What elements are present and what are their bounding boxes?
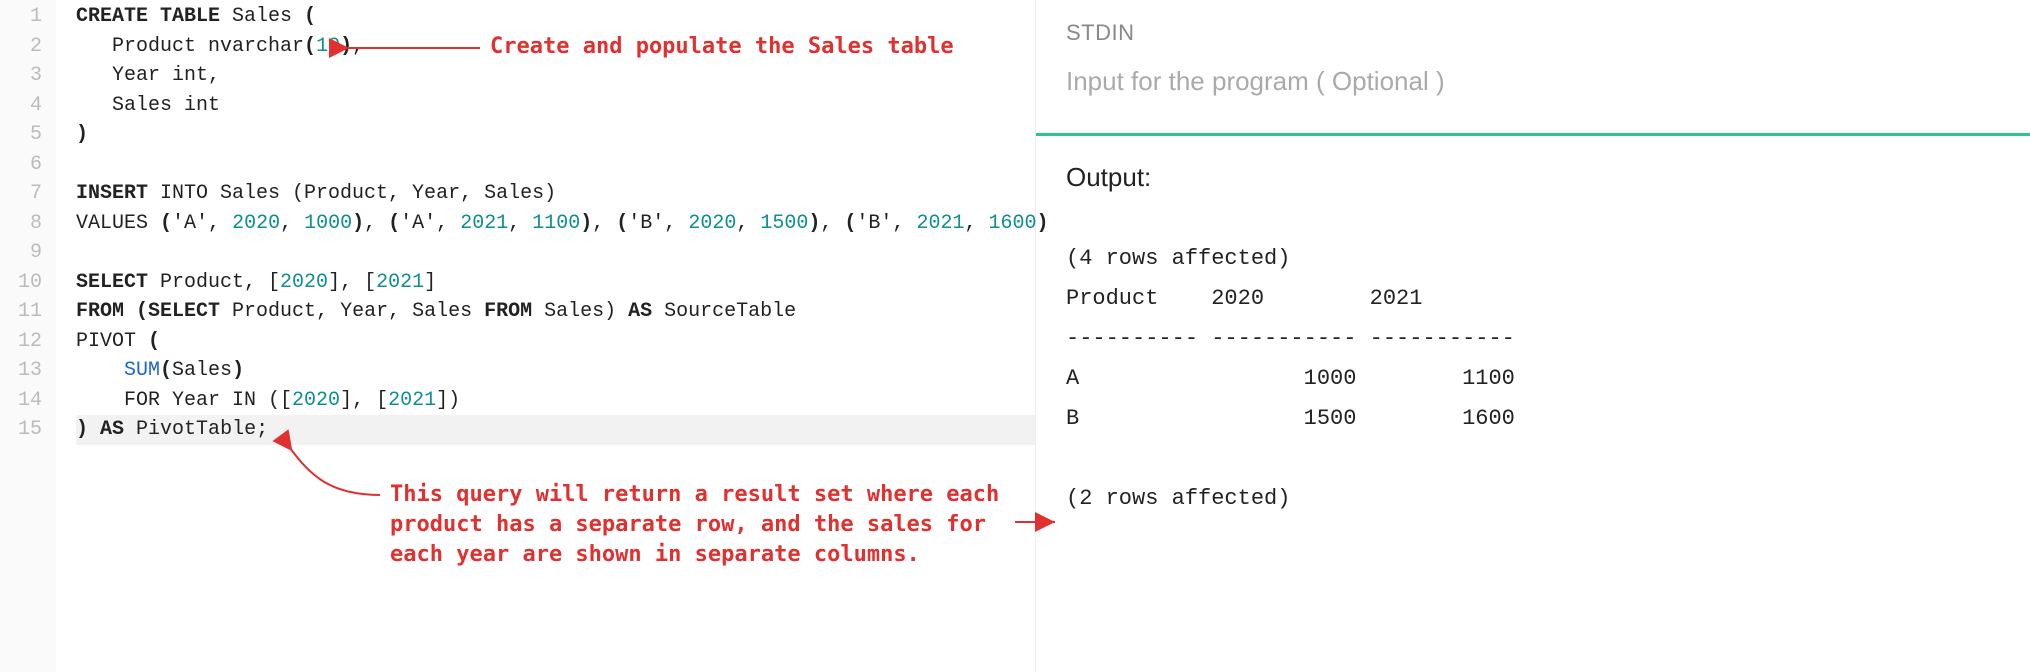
code-line[interactable]: Year int,: [76, 61, 1035, 91]
line-number: 5: [0, 120, 42, 150]
code-line[interactable]: ) AS PivotTable;: [76, 415, 1035, 445]
code-line[interactable]: SUM(Sales): [76, 356, 1035, 386]
line-number: 2: [0, 32, 42, 62]
output-section: Output: (4 rows affected) Product 2020 2…: [1036, 136, 2030, 545]
code-line[interactable]: Product nvarchar(10),: [76, 32, 1035, 62]
line-number: 9: [0, 238, 42, 268]
code-line[interactable]: FROM (SELECT Product, Year, Sales FROM S…: [76, 297, 1035, 327]
line-number: 11: [0, 297, 42, 327]
stdin-input[interactable]: [1066, 66, 2000, 97]
line-number: 14: [0, 386, 42, 416]
code-line[interactable]: Sales int: [76, 91, 1035, 121]
line-number: 10: [0, 268, 42, 298]
code-line[interactable]: ): [76, 120, 1035, 150]
line-number: 3: [0, 61, 42, 91]
code-line[interactable]: [76, 238, 1035, 268]
line-number: 13: [0, 356, 42, 386]
code-editor-area[interactable]: CREATE TABLE Sales ( Product nvarchar(10…: [56, 0, 1035, 672]
line-number: 15: [0, 415, 42, 445]
line-number: 12: [0, 327, 42, 357]
code-editor-pane: 123456789101112131415 CREATE TABLE Sales…: [0, 0, 1035, 672]
io-pane: STDIN Output: (4 rows affected) Product …: [1035, 0, 2030, 672]
code-line[interactable]: FOR Year IN ([2020], [2021]): [76, 386, 1035, 416]
code-line[interactable]: INSERT INTO Sales (Product, Year, Sales): [76, 179, 1035, 209]
code-line[interactable]: PIVOT (: [76, 327, 1035, 357]
stdin-label: STDIN: [1066, 20, 2000, 46]
code-line[interactable]: SELECT Product, [2020], [2021]: [76, 268, 1035, 298]
line-number: 4: [0, 91, 42, 121]
line-number: 1: [0, 2, 42, 32]
code-line[interactable]: [76, 150, 1035, 180]
line-number: 7: [0, 179, 42, 209]
line-number: 8: [0, 209, 42, 239]
stdin-section: STDIN: [1036, 0, 2030, 136]
line-number: 6: [0, 150, 42, 180]
line-number-gutter: 123456789101112131415: [0, 0, 56, 672]
code-line[interactable]: CREATE TABLE Sales (: [76, 2, 1035, 32]
output-text: (4 rows affected) Product 2020 2021 ----…: [1066, 239, 2000, 519]
output-label: Output:: [1066, 162, 2000, 193]
code-line[interactable]: VALUES ('A', 2020, 1000), ('A', 2021, 11…: [76, 209, 1035, 239]
